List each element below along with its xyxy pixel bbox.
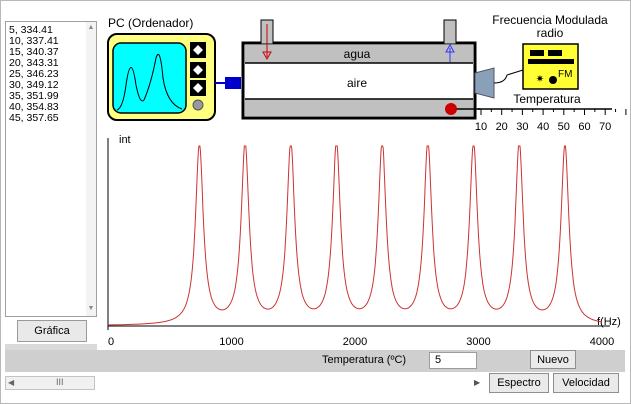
temp-scale-tick-label: 40 (537, 121, 549, 133)
scroll-thumb[interactable]: III (56, 377, 64, 387)
outlet-pipe (443, 19, 457, 45)
pc-knob-icon[interactable] (190, 42, 206, 58)
x-axis-ticks: 0 1000 2000 3000 4000 (108, 336, 614, 348)
temp-scale-tick-label: 20 (496, 121, 508, 133)
speaker-horn-icon (474, 67, 495, 99)
espectro-button[interactable]: Espectro (489, 373, 549, 393)
fm-label: FM (558, 69, 572, 80)
x-tick-label: 0 (108, 336, 114, 348)
temp-scale-tick-label: 30 (516, 121, 528, 133)
temperature-label: Temperatura (ºC) (322, 354, 407, 366)
agua-label: agua (344, 47, 371, 61)
temp-scale-ticks: 10 20 30 40 50 60 70 (475, 109, 627, 133)
pc-connector (225, 77, 241, 89)
temp-scale-tick-label: 50 (558, 121, 570, 133)
pc-label: PC (Ordenador) (108, 16, 193, 30)
thermometer-bulb-icon (445, 103, 457, 115)
x-tick-label: 2000 (343, 336, 367, 348)
spectrum-chart: int f(Hz) 0 1000 2000 3000 4000 (107, 134, 621, 348)
pc-screen (112, 42, 187, 114)
scroll-left-icon[interactable]: ◀ (8, 378, 14, 387)
radio-subtitle: radio (537, 26, 564, 40)
temp-scale-label: Temperatura (513, 92, 581, 106)
apparatus-and-spectrum: PC (Ordenador) agua aire Frecuencia Modu… (107, 13, 627, 348)
horizontal-scrollbar[interactable]: ◀ III (5, 376, 95, 390)
x-tick-label: 3000 (466, 336, 490, 348)
radio-sun-icon: ✷ (536, 74, 544, 85)
radio-knob-icon (549, 76, 557, 84)
temperature-input[interactable]: 5 (429, 352, 477, 369)
pc-knob-icon[interactable] (190, 80, 206, 96)
temp-scale-tick-label: 10 (475, 121, 487, 133)
x-tick-label: 4000 (590, 336, 614, 348)
y-axis-label: int (119, 134, 131, 146)
pc-knob-icon[interactable] (190, 62, 206, 78)
nuevo-button[interactable]: Nuevo (530, 350, 576, 369)
water-layer-bottom (245, 99, 473, 116)
radio-title: Frecuencia Modulada (492, 13, 608, 27)
temp-scale-tick-label: 60 (578, 121, 590, 133)
temp-scale-tick-label: 70 (599, 121, 611, 133)
scroll-right-icon[interactable]: ▶ (474, 378, 480, 387)
velocidad-button[interactable]: Velocidad (553, 373, 619, 393)
x-tick-label: 1000 (219, 336, 243, 348)
pc-power-button[interactable] (192, 99, 204, 111)
aire-label: aire (347, 76, 367, 90)
spectrum-series-line (107, 145, 603, 326)
